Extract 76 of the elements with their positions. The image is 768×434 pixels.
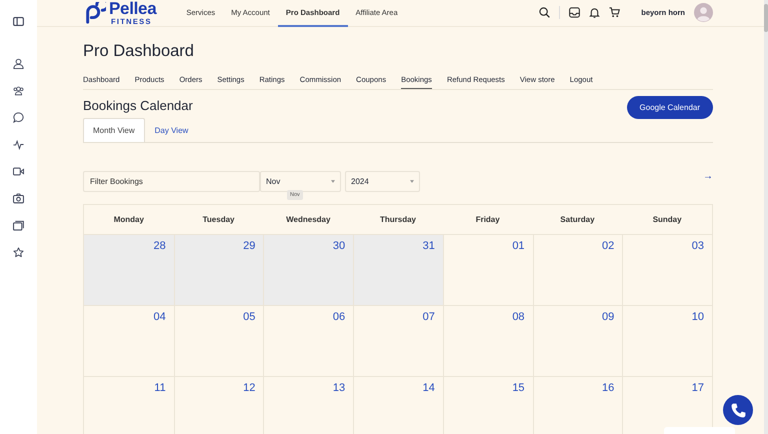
day-cell[interactable]: 09 — [532, 304, 622, 376]
day-cell[interactable]: 10 — [622, 304, 712, 376]
day-cell[interactable]: 03 — [622, 234, 712, 304]
logo-icon — [84, 2, 106, 24]
inbox-icon[interactable] — [569, 7, 580, 18]
weekday-header: Friday — [474, 214, 501, 226]
day-cell[interactable]: 28 — [84, 234, 174, 304]
day-number: 28 — [153, 240, 166, 252]
view-tab[interactable]: Month View — [83, 118, 145, 142]
day-cell[interactable]: 31 — [353, 234, 443, 304]
day-number: 01 — [512, 240, 525, 252]
day-number: 16 — [602, 382, 614, 394]
day-cell[interactable]: 11 — [84, 376, 174, 434]
call-button[interactable] — [723, 395, 753, 425]
day-cell[interactable]: 04 — [84, 304, 174, 376]
star-icon[interactable] — [13, 247, 24, 258]
day-number: 11 — [154, 382, 166, 394]
activity-icon[interactable] — [13, 139, 24, 150]
user-icon[interactable] — [13, 58, 24, 69]
day-number: 30 — [332, 240, 346, 252]
phone-icon — [730, 402, 746, 418]
weekday-header: Wednesday — [285, 214, 332, 226]
day-number: 08 — [512, 310, 525, 322]
weekday-header: Tuesday — [202, 214, 236, 226]
cards-icon[interactable] — [13, 220, 24, 231]
day-number: 31 — [422, 240, 435, 252]
search-icon[interactable] — [539, 7, 550, 18]
caret-icon — [331, 180, 335, 182]
popup-card — [664, 427, 735, 434]
cart-icon[interactable] — [609, 7, 620, 18]
day-number: 07 — [422, 310, 435, 322]
day-cell[interactable]: 30 — [263, 234, 354, 304]
weekday-header: Sunday — [652, 214, 683, 226]
day-number: 05 — [243, 310, 256, 322]
next-month-link[interactable]: → — [703, 171, 713, 182]
weekday-header: Monday — [112, 214, 145, 226]
day-cell[interactable]: 12 — [174, 376, 264, 434]
google-calendar-button[interactable]: Google Calendar — [626, 96, 713, 118]
day-cell[interactable]: 13 — [263, 376, 354, 434]
day-number: 03 — [692, 240, 704, 252]
bell-icon[interactable] — [589, 7, 600, 18]
day-number: 10 — [692, 310, 704, 322]
day-number: 15 — [512, 382, 525, 394]
day-cell[interactable]: 02 — [532, 234, 622, 304]
section-title: Bookings Calendar — [83, 98, 193, 113]
users-icon[interactable] — [13, 85, 24, 96]
camera-icon[interactable] — [13, 193, 24, 204]
day-number: 14 — [422, 382, 435, 394]
view-tab[interactable]: Day View — [144, 118, 198, 142]
day-cell[interactable]: 08 — [442, 304, 533, 376]
day-cell[interactable]: 06 — [263, 304, 354, 376]
weekday-header: Thursday — [378, 214, 417, 226]
day-number: 17 — [692, 382, 704, 394]
day-number: 04 — [153, 310, 166, 322]
day-number: 09 — [602, 310, 614, 322]
day-number: 29 — [243, 240, 256, 252]
sidebar-toggle-icon[interactable] — [13, 16, 24, 27]
chat-icon[interactable] — [13, 112, 24, 123]
day-cell[interactable]: 07 — [353, 304, 443, 376]
day-cell[interactable]: 01 — [442, 234, 533, 304]
page-title: Pro Dashboard — [83, 40, 195, 60]
weekday-header: Saturday — [559, 214, 596, 226]
day-cell[interactable]: 05 — [174, 304, 264, 376]
day-cell[interactable]: 15 — [442, 376, 533, 434]
day-cell[interactable]: 14 — [353, 376, 443, 434]
filter-bookings-field[interactable]: Filter Bookings — [83, 170, 260, 192]
day-number: 06 — [332, 310, 346, 322]
day-number: 13 — [332, 382, 346, 394]
year-select[interactable]: 2024 — [345, 170, 420, 192]
caret-icon — [410, 180, 414, 182]
video-icon[interactable] — [13, 166, 24, 177]
logo-name: Pellea — [109, 0, 156, 17]
day-number: 12 — [243, 382, 256, 394]
day-cell[interactable]: 29 — [174, 234, 264, 304]
day-cell[interactable]: 16 — [532, 376, 622, 434]
day-number: 02 — [602, 240, 614, 252]
